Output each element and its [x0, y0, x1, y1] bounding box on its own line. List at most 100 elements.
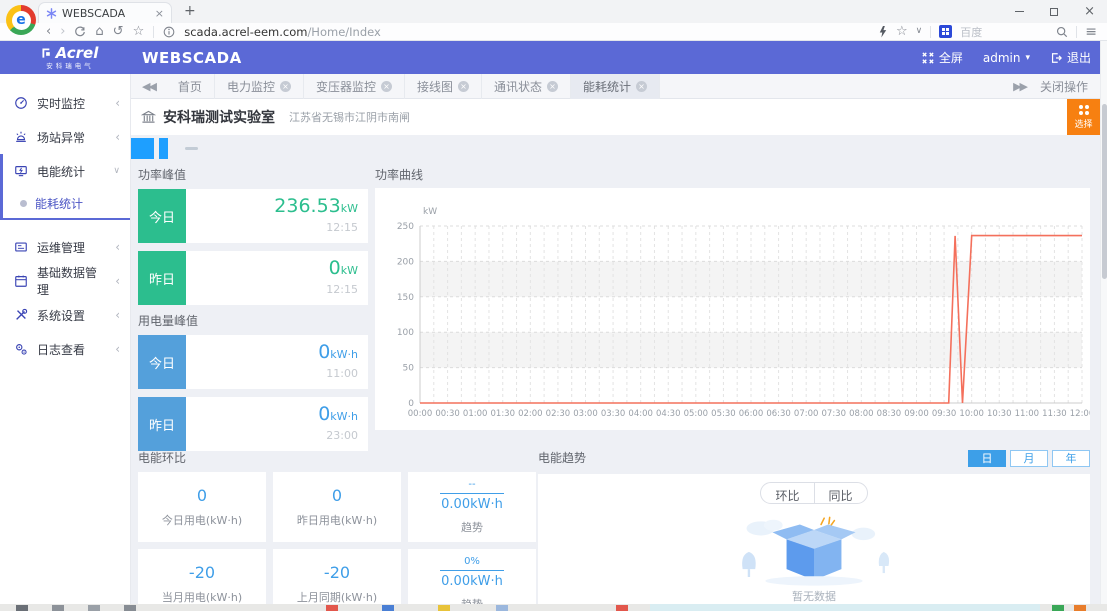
- reload-icon[interactable]: [74, 26, 86, 38]
- window-close-button[interactable]: ×: [1084, 5, 1095, 18]
- page-tab-comm-status[interactable]: 通讯状态 ×: [482, 74, 571, 99]
- sidebar-item-realtime-monitor[interactable]: 实时监控 ‹: [0, 86, 130, 120]
- svg-text:08:00: 08:00: [849, 409, 874, 419]
- tab-close-icon[interactable]: ×: [636, 81, 647, 92]
- page-info-icon[interactable]: [163, 26, 175, 38]
- search-engine-placeholder[interactable]: 百度: [960, 24, 982, 40]
- logout-button[interactable]: 退出: [1050, 49, 1091, 66]
- wrench-icon: [14, 308, 28, 322]
- site-location: 江苏省无锡市江阴市南闸: [289, 109, 410, 125]
- chevron-left-icon: ‹: [115, 308, 120, 322]
- sidebar-item-log-view[interactable]: 日志查看 ‹: [0, 332, 130, 366]
- page-tab-label: 变压器监控: [316, 78, 376, 95]
- site-select-button[interactable]: 选择: [1067, 99, 1100, 135]
- page-tab-home[interactable]: 首页: [166, 74, 215, 99]
- sidebar-subitem-energy-consumption[interactable]: 能耗统计: [3, 188, 130, 218]
- history-icon[interactable]: ↺: [113, 25, 124, 38]
- yoy-compare-button[interactable]: 同比: [814, 483, 867, 503]
- home-icon[interactable]: ⌂: [95, 25, 103, 38]
- page-tab-label: 通讯状态: [494, 78, 542, 95]
- taskbar-item[interactable]: [438, 605, 450, 611]
- tab-close-icon[interactable]: ×: [381, 81, 392, 92]
- flash-plugin-icon[interactable]: [878, 26, 888, 38]
- taskbar-item[interactable]: [382, 605, 394, 611]
- svg-text:02:30: 02:30: [546, 409, 571, 419]
- app-header: Acrel 安科瑞电气 WEBSCADA 全屏 admin ▾ 退出: [0, 41, 1107, 74]
- mom-label: 当月用电(kW·h): [162, 589, 242, 604]
- energy-mom-title: 电能环比: [138, 449, 536, 467]
- scroll-tabs-left-icon[interactable]: ◀◀: [131, 80, 166, 93]
- taskbar-item[interactable]: [124, 605, 136, 611]
- chevron-left-icon: ‹: [115, 274, 120, 288]
- site-selector-block[interactable]: [159, 138, 168, 159]
- browser-tab[interactable]: WEBSCADA ×: [38, 2, 172, 23]
- scrollbar-thumb[interactable]: [1102, 104, 1107, 279]
- search-icon[interactable]: [1056, 26, 1068, 38]
- tab-close-icon[interactable]: ×: [547, 81, 558, 92]
- peak-day-label: 昨日: [138, 397, 186, 451]
- sidebar-item-label: 运维管理: [37, 239, 85, 256]
- taskbar-item[interactable]: [1074, 605, 1086, 611]
- page-tab-power-monitor[interactable]: 电力监控×: [215, 74, 304, 99]
- grid-dots-icon: [1079, 105, 1089, 115]
- taskbar-item[interactable]: [16, 605, 28, 611]
- sidebar-item-system-settings[interactable]: 系统设置 ‹: [0, 298, 130, 332]
- divider: [1076, 26, 1077, 38]
- sidebar-item-base-data[interactable]: 基础数据管理 ‹: [0, 264, 130, 298]
- energy-trend-panel: 电能趋势 日 月 年 环比 同比: [538, 449, 1090, 604]
- site-selector-block[interactable]: [131, 138, 154, 159]
- sidebar: 实时监控 ‹ 场站异常 ‹ 电能统计 ∨ 能耗统计: [0, 74, 131, 604]
- url-text[interactable]: scada.acrel-eem.com/Home/Index: [184, 25, 381, 39]
- menu-hamburger-icon[interactable]: ≡: [1085, 25, 1097, 39]
- window-maximize-button[interactable]: [1050, 8, 1058, 16]
- period-year-button[interactable]: 年: [1052, 450, 1090, 467]
- taskbar-item[interactable]: [616, 605, 628, 611]
- taskbar-item[interactable]: [52, 605, 64, 611]
- favorite-star-icon[interactable]: ☆: [896, 25, 908, 38]
- mom-value: 0: [332, 486, 342, 505]
- user-menu[interactable]: admin ▾: [983, 51, 1030, 65]
- sidebar-item-operations[interactable]: 运维管理 ‹: [0, 230, 130, 264]
- tab-close-icon[interactable]: ×: [458, 81, 469, 92]
- taskbar-window-strip: [650, 604, 1040, 611]
- energy-mom-panel: 电能环比 0 今日用电(kW·h) 0 昨日用电(kW·h) -- 0.00kW…: [138, 449, 536, 604]
- new-tab-button[interactable]: +: [184, 3, 196, 19]
- tab-close-icon[interactable]: ×: [155, 7, 164, 20]
- bookmark-star-icon[interactable]: ☆: [133, 25, 145, 38]
- svg-text:00:30: 00:30: [435, 409, 460, 419]
- window-minimize-button[interactable]: [1015, 11, 1024, 12]
- fullscreen-button[interactable]: 全屏: [922, 49, 963, 66]
- back-icon[interactable]: ‹: [46, 25, 51, 38]
- period-month-button[interactable]: 月: [1010, 450, 1048, 467]
- page-tab-transformer-monitor[interactable]: 变压器监控 ×: [304, 74, 405, 99]
- fraction-divider: [440, 493, 504, 494]
- energy-trend-title: 电能趋势: [538, 449, 586, 467]
- page-tab-energy-consumption[interactable]: 能耗统计×: [571, 74, 660, 99]
- svg-text:10:00: 10:00: [959, 409, 984, 419]
- url-path: /Home/Index: [307, 25, 380, 39]
- mom-trend-top: 0%: [464, 556, 480, 567]
- taskbar-item[interactable]: [496, 605, 508, 611]
- energy-trend-body: 环比 同比: [538, 474, 1090, 604]
- sidebar-item-energy-statistics[interactable]: 电能统计 ∨: [3, 154, 130, 188]
- close-operations-button[interactable]: 关闭操作: [1040, 78, 1088, 95]
- taskbar-item[interactable]: [88, 605, 100, 611]
- forward-icon[interactable]: ›: [60, 25, 65, 38]
- tab-close-icon[interactable]: ×: [280, 81, 291, 92]
- page-tab-wiring-diagram[interactable]: 接线图×: [405, 74, 482, 99]
- chevron-left-icon: ‹: [115, 130, 120, 144]
- selector-dash: [185, 147, 198, 150]
- svg-text:05:00: 05:00: [684, 409, 709, 419]
- scroll-tabs-right-icon[interactable]: ▶▶: [1013, 80, 1026, 93]
- sidebar-item-label: 系统设置: [37, 307, 85, 324]
- mom-compare-button[interactable]: 环比: [761, 483, 813, 503]
- chevron-down-icon[interactable]: ∨: [916, 27, 923, 36]
- power-curve-svg: 050100150200250kW00:0000:3001:0001:3002:…: [375, 188, 1090, 430]
- taskbar-item[interactable]: [326, 605, 338, 611]
- page-scrollbar[interactable]: [1100, 41, 1107, 604]
- period-day-button[interactable]: 日: [968, 450, 1006, 467]
- sidebar-item-station-alarm[interactable]: 场站异常 ‹: [0, 120, 130, 154]
- power-curve-chart[interactable]: 050100150200250kW00:0000:3001:0001:3002:…: [375, 188, 1090, 430]
- divider: [153, 26, 154, 38]
- taskbar-item[interactable]: [1052, 605, 1064, 611]
